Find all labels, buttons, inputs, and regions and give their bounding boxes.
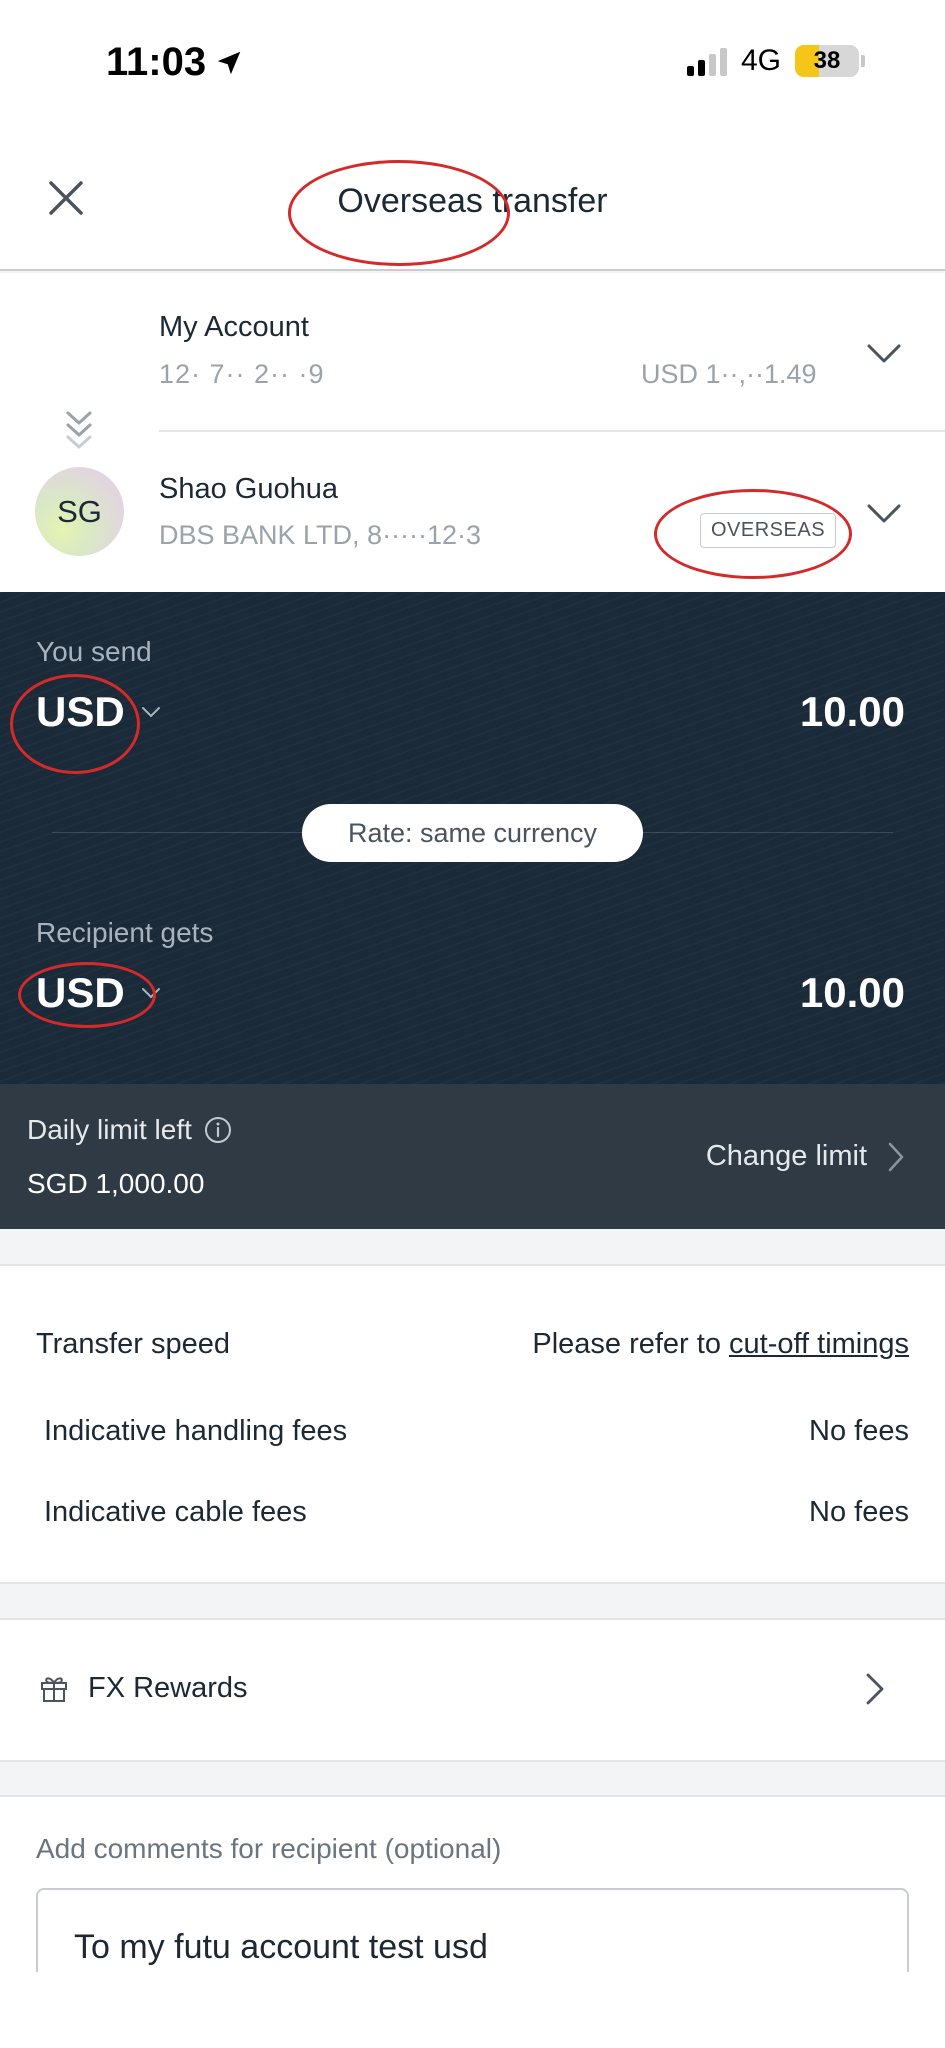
chevron-down-icon[interactable] bbox=[866, 503, 902, 525]
chevron-down-icon bbox=[141, 707, 160, 718]
cable-fees-value: No fees bbox=[809, 1496, 909, 1528]
cable-fees-label: Indicative cable fees bbox=[44, 1496, 307, 1528]
chevron-right-icon bbox=[888, 1142, 904, 1171]
recipient-bank: DBS BANK LTD, 8·····12·3 bbox=[159, 520, 482, 550]
from-account-label: My Account bbox=[159, 311, 309, 343]
from-account-number: 12· 7·· 2·· ·9 bbox=[159, 359, 325, 389]
fees-card: Transfer speed Please refer to cut-off t… bbox=[0, 1264, 945, 1584]
battery-level: 38 bbox=[813, 47, 841, 74]
annotation-circle-title bbox=[288, 160, 510, 266]
receive-amount[interactable]: 10.00 bbox=[800, 969, 905, 1017]
status-bar: 11:03 4G 38 bbox=[0, 0, 945, 130]
chevron-down-icon[interactable] bbox=[866, 343, 902, 365]
avatar: SG bbox=[35, 467, 124, 556]
comments-label: Add comments for recipient (optional) bbox=[36, 1833, 502, 1864]
handling-fees-label: Indicative handling fees bbox=[44, 1415, 348, 1447]
send-amount[interactable]: 10.00 bbox=[800, 688, 905, 736]
bottom-fade bbox=[0, 1972, 945, 2048]
from-account-balance: USD 1··,··1.49 bbox=[641, 359, 817, 389]
annotation-circle-receive-currency bbox=[18, 962, 156, 1028]
handling-fees-row: Indicative handling fees No fees bbox=[0, 1415, 945, 1455]
signal-icon bbox=[686, 46, 727, 76]
location-arrow-icon bbox=[217, 51, 241, 74]
receive-label: Recipient gets bbox=[36, 917, 214, 948]
status-time-text: 11:03 bbox=[106, 40, 207, 84]
daily-limit-label: Daily limit left bbox=[27, 1114, 192, 1145]
fx-rewards-row[interactable]: FX Rewards bbox=[0, 1618, 945, 1762]
accounts-divider bbox=[159, 430, 945, 432]
transfer-speed-value: Please refer to cut-off timings bbox=[532, 1328, 909, 1361]
status-indicators: 4G 38 bbox=[686, 44, 865, 78]
fx-rewards-label: FX Rewards bbox=[88, 1672, 248, 1704]
transfer-speed-label: Transfer speed bbox=[36, 1328, 230, 1360]
accounts-section: My Account 12· 7·· 2·· ·9 USD 1··,··1.49… bbox=[0, 273, 945, 592]
send-label: You send bbox=[36, 636, 152, 667]
chevron-right-icon bbox=[866, 1673, 884, 1705]
swap-arrows-icon bbox=[66, 411, 92, 449]
daily-limit-value: SGD 1,000.00 bbox=[27, 1168, 205, 1199]
rate-pill: Rate: same currency bbox=[302, 804, 643, 862]
daily-limit-bar: Daily limit left SGD 1,000.00 Change lim… bbox=[0, 1084, 945, 1229]
annotation-circle-send-currency bbox=[10, 674, 140, 774]
change-limit-label: Change limit bbox=[705, 1140, 867, 1172]
transfer-speed-row: Transfer speed Please refer to cut-off t… bbox=[0, 1328, 945, 1368]
gift-icon bbox=[41, 1677, 67, 1702]
battery-icon: 38 bbox=[795, 45, 865, 77]
cut-off-timings-link[interactable]: cut-off timings bbox=[729, 1328, 909, 1360]
amount-panel: You send USD 10.00 Rate: same currency R… bbox=[0, 592, 945, 1084]
transfer-speed-prefix: Please refer to bbox=[532, 1328, 730, 1360]
status-time: 11:03 bbox=[106, 40, 244, 85]
network-label: 4G bbox=[740, 44, 781, 77]
change-limit-button[interactable]: Change limit bbox=[706, 1140, 905, 1173]
annotation-circle-badge bbox=[654, 489, 852, 579]
header: Overseas transfer bbox=[0, 130, 945, 271]
handling-fees-value: No fees bbox=[809, 1415, 909, 1447]
daily-limit-label-row: Daily limit left bbox=[27, 1114, 232, 1146]
recipient-name: Shao Guohua bbox=[159, 473, 338, 505]
info-icon[interactable] bbox=[204, 1116, 232, 1144]
cable-fees-row: Indicative cable fees No fees bbox=[0, 1496, 945, 1536]
